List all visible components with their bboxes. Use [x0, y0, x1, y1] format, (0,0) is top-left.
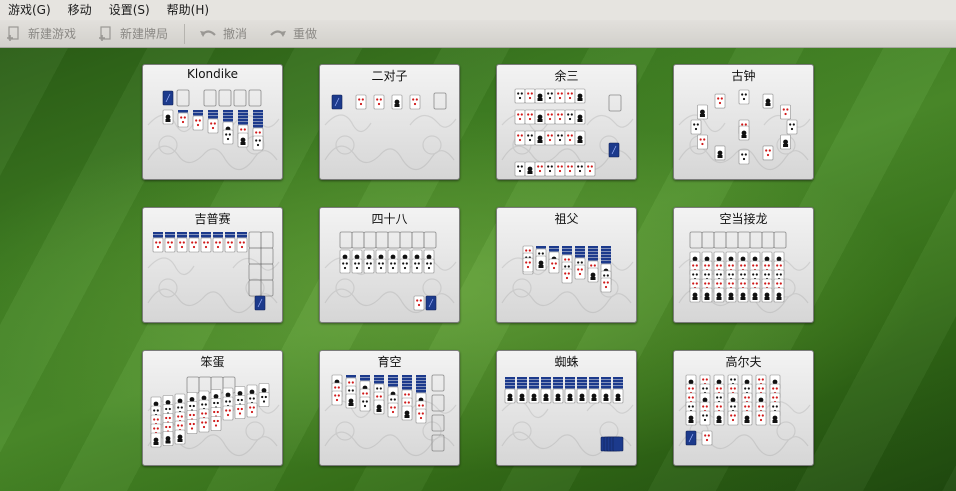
menu-settings[interactable]: 设置(S)	[101, 0, 159, 20]
game-title: 高尔夫	[725, 355, 762, 369]
undo-button[interactable]: 撤消	[193, 22, 253, 46]
game-title: 空当接龙	[719, 212, 768, 226]
game-tile-two-pair[interactable]: 二对子	[319, 64, 460, 180]
new-game-label: 新建游戏	[28, 27, 77, 41]
redo-label: 重做	[293, 27, 318, 41]
game-tile-clock[interactable]: 古钟	[673, 64, 814, 180]
toolbar: 新建游戏 新建牌局 撤消 重做	[0, 20, 956, 48]
redo-button[interactable]: 重做	[263, 22, 323, 46]
game-selection-area: Klondike 二对子 余三 古钟 吉普赛 四十八 祖父 空当接龙 笨蛋 育空…	[0, 48, 956, 491]
game-tile-klondike[interactable]: Klondike	[142, 64, 283, 180]
game-title: 蜘蛛	[554, 355, 579, 369]
game-tile-grandfather[interactable]: 祖父	[496, 207, 637, 323]
menu-help[interactable]: 帮助(H)	[159, 0, 218, 20]
game-tile-golf[interactable]: 高尔夫	[673, 350, 814, 466]
game-tile-forty-eight[interactable]: 四十八	[319, 207, 460, 323]
game-title: 育空	[377, 355, 402, 369]
menu-bar: 游戏(G) 移动 设置(S) 帮助(H)	[0, 0, 956, 20]
new-game-icon	[7, 25, 19, 41]
game-title: 余三	[554, 69, 579, 83]
game-tile-freecell[interactable]: 空当接龙	[673, 207, 814, 323]
new-deal-button[interactable]: 新建牌局	[92, 22, 174, 46]
game-tile-yusan[interactable]: 余三	[496, 64, 637, 180]
new-deal-label: 新建牌局	[120, 27, 169, 41]
game-tile-fool[interactable]: 笨蛋	[142, 350, 283, 466]
game-tile-spider[interactable]: 蜘蛛	[496, 350, 637, 466]
new-game-button[interactable]: 新建游戏	[0, 22, 82, 46]
game-title: 四十八	[371, 212, 408, 226]
undo-label: 撤消	[223, 27, 248, 41]
menu-game[interactable]: 游戏(G)	[0, 0, 60, 20]
game-title: 笨蛋	[200, 355, 225, 369]
game-tile-yukon[interactable]: 育空	[319, 350, 460, 466]
game-preview	[147, 89, 280, 171]
undo-icon	[200, 29, 216, 37]
game-title: Klondike	[186, 67, 238, 81]
game-title: 祖父	[554, 212, 579, 226]
menu-move[interactable]: 移动	[60, 0, 101, 20]
game-title: 古钟	[731, 69, 756, 83]
game-title: 吉普赛	[194, 212, 231, 226]
toolbar-separator	[184, 23, 186, 44]
game-title: 二对子	[371, 69, 408, 83]
new-deal-icon	[99, 25, 111, 41]
redo-icon	[270, 29, 287, 37]
game-tile-gypsy[interactable]: 吉普赛	[142, 207, 283, 323]
